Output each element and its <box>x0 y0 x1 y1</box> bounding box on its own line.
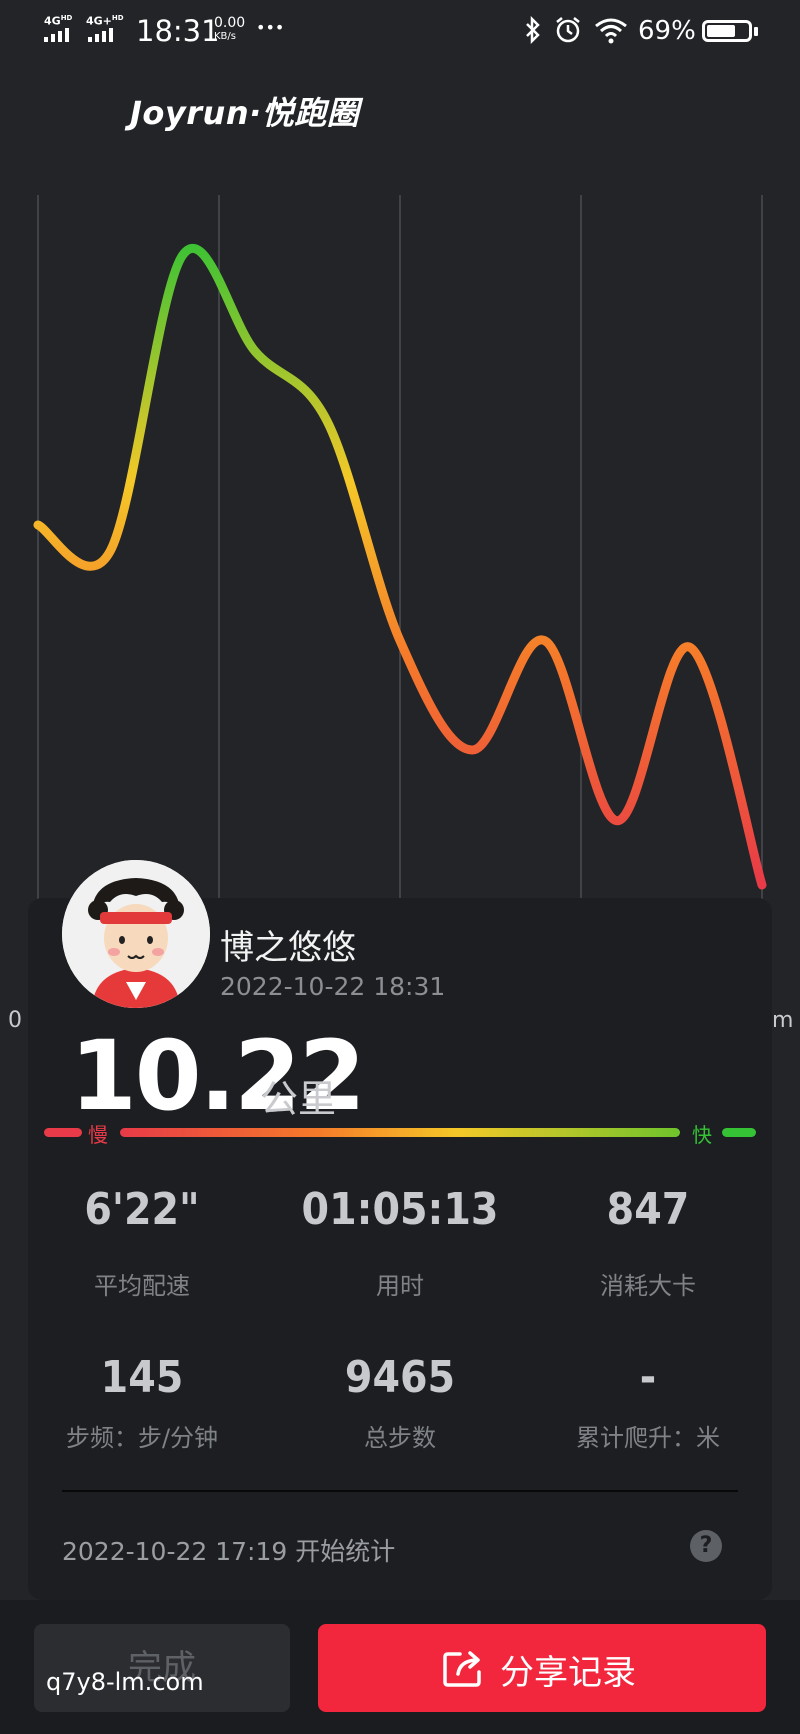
card-divider <box>62 1490 738 1492</box>
share-record-button-label[interactable]: 分享记录 <box>500 1645 636 1694</box>
share-icon[interactable] <box>442 1648 486 1688</box>
run-datetime: 2022-10-22 18:31 <box>220 972 446 1001</box>
battery-level <box>707 25 735 37</box>
username: 博之悠悠 <box>220 928 356 968</box>
distance-unit: 公里 <box>260 1077 337 1121</box>
pace-legend-fast-bar <box>722 1128 756 1137</box>
stat-total-steps-value: 9465 <box>344 1352 456 1403</box>
start-time-text: 2022-10-22 17:19 开始统计 <box>62 1537 396 1566</box>
pace-legend-slow-bar <box>44 1128 82 1137</box>
watermark: q7y8-lm.com <box>46 1668 204 1696</box>
stat-elevation-value: - <box>639 1352 657 1403</box>
stat-calories-value: 847 <box>606 1184 690 1235</box>
stat-total-steps-label: 总步数 <box>364 1424 436 1452</box>
chart-x-label-start: 0 <box>8 1008 22 1033</box>
stat-avg-pace-value: 6'22" <box>84 1184 200 1235</box>
wifi-icon <box>595 18 627 44</box>
signal-2-label: 4G+HD <box>86 14 124 28</box>
stat-avg-pace-label: 平均配速 <box>94 1272 190 1300</box>
alarm-icon <box>556 17 580 43</box>
chart-x-label-end: m <box>772 1008 794 1033</box>
stat-elevation-label: 累计爬升：米 <box>576 1424 720 1452</box>
network-speed: 0.00 KB/s <box>214 15 246 42</box>
help-icon[interactable]: ? <box>690 1530 722 1562</box>
stat-duration-value: 01:05:13 <box>301 1184 499 1235</box>
battery-percent: 69% <box>638 16 696 46</box>
stat-duration-label: 用时 <box>376 1272 424 1300</box>
stat-cadence-label: 步频：步/分钟 <box>65 1424 219 1452</box>
battery-icon <box>702 20 752 42</box>
pace-chart <box>33 195 767 905</box>
chart-gridlines <box>37 195 763 905</box>
avatar-illustration <box>62 860 210 1008</box>
signal-bars-icon <box>44 28 69 42</box>
app-logo: Joyrun·悦跑圈 <box>130 94 360 132</box>
pace-legend-fast-label: 快 <box>692 1123 712 1147</box>
signal-1-label: 4GHD <box>44 14 73 28</box>
pace-legend-slow-label: 慢 <box>88 1123 108 1147</box>
more-indicator: ••• <box>256 18 285 37</box>
avatar[interactable] <box>62 860 210 1008</box>
stat-cadence-value: 145 <box>100 1352 184 1403</box>
stat-calories-label: 消耗大卡 <box>600 1272 696 1300</box>
clock-time: 18:31 <box>136 14 220 48</box>
status-bar: 4GHD 4G+HD 18:31 0.00 KB/s ••• 69% <box>0 0 800 64</box>
battery-tip <box>754 27 758 36</box>
signal-bars-icon <box>88 28 113 42</box>
bluetooth-icon <box>526 16 540 44</box>
pace-legend-gradient <box>120 1128 680 1137</box>
